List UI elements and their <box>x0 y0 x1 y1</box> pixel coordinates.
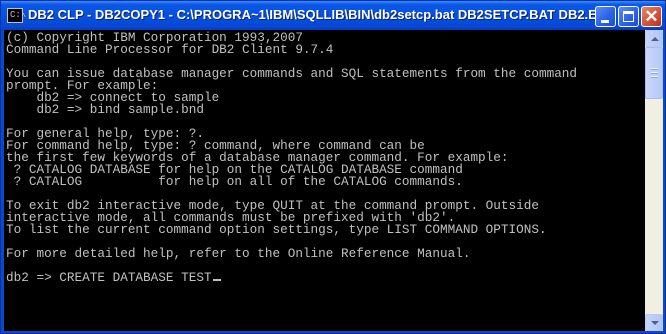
grip-line <box>651 68 658 70</box>
title-bar[interactable]: C:\ DB2 CLP - DB2COPY1 - C:\PROGRA~1\IBM… <box>1 1 665 30</box>
vertical-scrollbar[interactable] <box>645 30 663 331</box>
grip-line <box>651 72 658 74</box>
maximize-button[interactable] <box>618 6 639 27</box>
console-window: C:\ DB2 CLP - DB2COPY1 - C:\PROGRA~1\IBM… <box>0 0 666 334</box>
grip-line <box>651 76 658 78</box>
console-line: db2 => bind sample.bnd <box>36 102 204 117</box>
text-cursor <box>212 279 221 281</box>
arrow-down-icon <box>651 321 659 325</box>
console-line: To list the current command option setti… <box>6 222 547 237</box>
console-line: ? CATALOG for help on all of the CATALOG… <box>13 174 463 189</box>
command-prompt-line: db2 => CREATE DATABASE TEST <box>6 270 212 285</box>
maximize-icon <box>623 11 634 22</box>
minimize-icon <box>601 20 609 23</box>
scroll-down-button[interactable] <box>645 314 663 331</box>
console-output[interactable]: (c) Copyright IBM Corporation 1993,2007 … <box>4 30 645 331</box>
scroll-thumb[interactable] <box>645 47 663 99</box>
console-line: For more detailed help, refer to the Onl… <box>6 246 471 261</box>
command-prompt-icon[interactable]: C:\ <box>7 8 27 23</box>
scroll-up-button[interactable] <box>645 30 663 47</box>
console-line: Command Line Processor for DB2 Client 9.… <box>6 42 334 57</box>
close-button[interactable]: ✕ <box>641 6 662 27</box>
close-icon: ✕ <box>644 7 659 26</box>
console-text: (c) Copyright IBM Corporation 1993,2007 … <box>6 30 577 261</box>
window-title: DB2 CLP - DB2COPY1 - C:\PROGRA~1\IBM\SQL… <box>28 7 615 22</box>
arrow-up-icon <box>651 37 659 41</box>
minimize-button[interactable] <box>595 6 616 27</box>
command-prompt-icon-text: C:\ <box>10 10 27 20</box>
